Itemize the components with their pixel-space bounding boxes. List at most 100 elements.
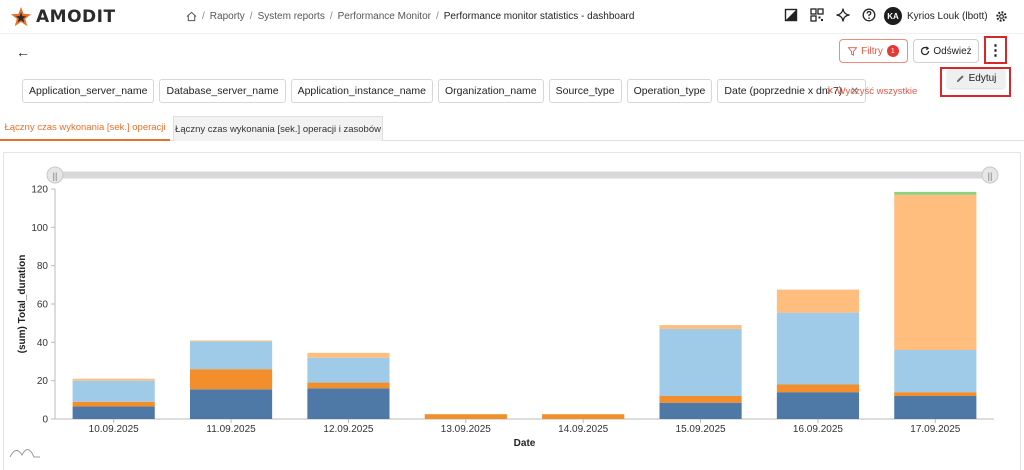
pencil-icon (956, 75, 964, 83)
filter-chips: Application_server_name Database_server_… (22, 79, 866, 103)
filter-chip-source-type[interactable]: Source_type (548, 79, 622, 103)
tab-label: Łączny czas wykonania [sek.] operacji i … (175, 123, 381, 135)
filters-count-badge: 1 (886, 45, 899, 57)
report-tabs: Łączny czas wykonania [sek.] operacji Łą… (0, 116, 1024, 141)
y-tick-label: 100 (31, 223, 48, 234)
bar-segment-1 (776, 392, 860, 419)
user-name: Kyrios Louk (lbott) (907, 10, 988, 22)
bar-segment-1 (72, 406, 155, 419)
bar-segment-1 (894, 396, 977, 419)
kebab-menu-icon: ⋮ (988, 42, 1003, 59)
bar-segment-2 (72, 401, 155, 407)
qr-code-icon[interactable] (810, 8, 824, 22)
bar-segment-2 (542, 414, 625, 419)
filter-chip-database-server-name[interactable]: Database_server_name (159, 79, 286, 103)
stacked-bar-chart: || || 0 20 40 60 80 100 120 10.09.2025 11.09.2025 1… (9, 166, 999, 458)
image-icon[interactable] (784, 8, 798, 22)
user-menu[interactable]: KA Kyrios Louk (lbott) (884, 7, 988, 25)
bar-segment-4 (659, 325, 742, 329)
bar-segment-3 (72, 380, 155, 402)
filter-chip-label: Source_type (555, 85, 615, 97)
refresh-button[interactable]: Odśwież (913, 39, 979, 63)
bar-segment-1 (659, 402, 742, 419)
bar-segment-4 (72, 378, 155, 381)
bar-segment-4 (776, 289, 860, 313)
breadcrumb-item-system-reports[interactable]: System reports (258, 11, 325, 22)
breadcrumb-item-raporty[interactable]: Raporty (210, 11, 245, 22)
sparkle-icon[interactable] (836, 8, 850, 22)
tab-operations[interactable]: Łączny czas wykonania [sek.] operacji (0, 116, 170, 141)
y-tick-label: 80 (37, 261, 49, 272)
more-options-button[interactable]: ⋮ (984, 36, 1007, 64)
y-tick-label: 40 (37, 338, 49, 349)
edit-label: Edytuj (968, 73, 997, 84)
breadcrumb-separator: / (202, 11, 205, 22)
x-axis-label: Date (514, 438, 536, 449)
y-tick-label: 60 (37, 300, 49, 311)
tab-operations-and-resources[interactable]: Łączny czas wykonania [sek.] operacji i … (173, 116, 383, 141)
gear-icon[interactable] (995, 10, 1008, 23)
tab-label: Łączny czas wykonania [sek.] operacji (4, 122, 166, 133)
x-tick-label: 15.09.2025 (676, 424, 726, 435)
breadcrumb-item-performance-monitor[interactable]: Performance Monitor (338, 11, 431, 22)
bar-segment-2 (307, 382, 390, 389)
bar-segment-2 (659, 396, 742, 403)
bar-segment-3 (894, 350, 977, 393)
amodit-star-icon (10, 6, 32, 27)
refresh-label: Odśwież (933, 45, 972, 57)
refresh-icon (921, 46, 930, 56)
x-tick-label: 14.09.2025 (558, 424, 608, 435)
y-tick-label: 0 (42, 415, 48, 426)
breadcrumb-item-current: Performance monitor statistics - dashboa… (443, 11, 635, 22)
bar-segment-5 (894, 191, 977, 195)
help-icon[interactable] (862, 8, 876, 22)
filter-chip-label: Date (poprzednie x dni 7) (724, 85, 843, 97)
funnel-icon (848, 46, 858, 56)
filter-chip-label: Operation_type (633, 85, 706, 97)
bar-segment-3 (307, 357, 390, 383)
x-tick-label: 10.09.2025 (89, 424, 139, 435)
breadcrumb-separator: / (435, 11, 439, 22)
bar-segment-4 (307, 352, 390, 358)
logo-text: AMODIT (36, 7, 116, 27)
range-slider-grip: || (988, 171, 993, 181)
breadcrumb: / Raporty / System reports / Performance… (186, 11, 634, 22)
back-arrow-icon[interactable]: ← (16, 44, 30, 60)
clear-all-label: Wyczyść wszystkie (836, 86, 918, 97)
bar-segment-3 (189, 341, 273, 370)
filter-chip-organization-name[interactable]: Organization_name (437, 79, 544, 103)
filter-chip-label: Application_instance_name (297, 85, 426, 97)
breadcrumb-separator: / (249, 11, 253, 22)
x-tick-label: 11.09.2025 (206, 424, 256, 435)
bar-segment-4 (189, 340, 273, 342)
bar-segment-2 (894, 392, 977, 396)
breadcrumb-separator: / (329, 11, 333, 22)
bar-segment-4 (894, 194, 977, 350)
filter-chip-label: Database_server_name (166, 85, 279, 97)
chart-panel: || || 0 20 40 60 80 100 120 10.09.2025 11.09.2025 1… (3, 152, 1021, 470)
bar-segment-3 (659, 328, 742, 396)
filter-chip-application-instance-name[interactable]: Application_instance_name (290, 79, 433, 103)
app-logo[interactable]: AMODIT (10, 6, 116, 28)
clear-all-filters-link[interactable]: ✕ Wyczyść wszystkie (826, 86, 917, 97)
y-axis-label: (sum) Total_duration (17, 255, 28, 354)
bar-segment-2 (424, 414, 507, 419)
x-tick-label: 12.09.2025 (323, 424, 373, 435)
x-tick-label: 13.09.2025 (441, 424, 491, 435)
home-icon[interactable] (186, 11, 197, 22)
filters-button[interactable]: Filtry 1 (839, 39, 908, 63)
filters-label: Filtry (861, 45, 883, 57)
top-bar: AMODIT / Raporty / System reports / Perf… (0, 0, 1024, 34)
filter-chip-application-server-name[interactable]: Application_server_name (22, 79, 155, 103)
filter-chip-operation-type[interactable]: Operation_type (626, 79, 713, 103)
bar-segment-1 (189, 389, 273, 419)
avatar: KA (884, 7, 902, 25)
x-tick-label: 16.09.2025 (793, 424, 843, 435)
y-tick-label: 120 (31, 185, 48, 196)
chart-preview-icon (9, 449, 40, 458)
filter-chip-label: Organization_name (444, 85, 537, 97)
y-tick-label: 20 (37, 376, 49, 387)
range-slider-grip: || (53, 171, 58, 181)
edit-button[interactable]: Edytuj (947, 69, 1005, 88)
filter-chip-label: Application_server_name (29, 85, 148, 97)
